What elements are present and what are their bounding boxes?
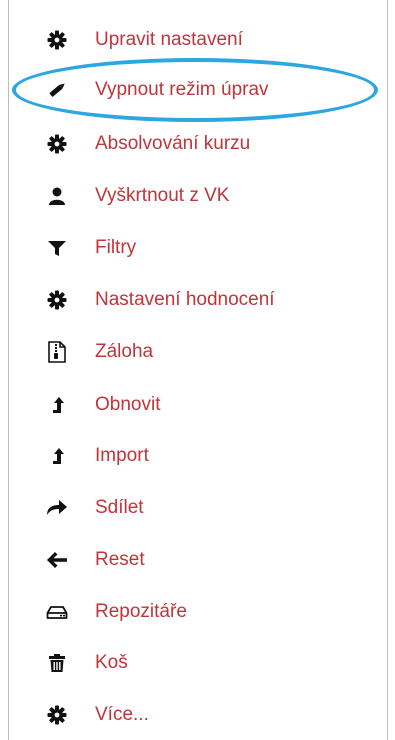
menu-item-obnovit[interactable]: Obnovit xyxy=(9,385,387,425)
menu-item-label: Repozitáře xyxy=(95,601,187,622)
menu-item-vypnout-rezim-uprav[interactable]: Vypnout režim úprav xyxy=(9,70,387,110)
menu-item-vyskrtnout-z-vk[interactable]: Vyškrtnout z VK xyxy=(9,176,387,216)
menu-item-label: Import xyxy=(95,445,149,466)
menu-item-label: Upravit nastavení xyxy=(95,29,243,50)
course-admin-menu: Upravit nastavení Vypnout režim úprav Ab… xyxy=(8,0,388,740)
menu-item-label: Reset xyxy=(95,549,145,570)
menu-item-filtry[interactable]: Filtry xyxy=(9,228,387,268)
menu-item-reset[interactable]: Reset xyxy=(9,540,387,580)
pencil-icon xyxy=(45,78,69,102)
menu-item-zaloha[interactable]: Záloha xyxy=(9,332,387,372)
menu-item-label: Vypnout režim úprav xyxy=(95,79,269,100)
share-arrow-icon xyxy=(45,496,69,520)
gear-icon xyxy=(45,288,69,312)
menu-item-label: Vyškrtnout z VK xyxy=(95,185,230,206)
menu-item-kos[interactable]: Koš xyxy=(9,643,387,683)
menu-item-label: Více... xyxy=(95,704,149,725)
user-icon xyxy=(45,184,69,208)
menu-item-label: Nastavení hodnocení xyxy=(95,289,275,310)
gear-icon xyxy=(45,28,69,52)
menu-item-absolvovani-kurzu[interactable]: Absolvování kurzu xyxy=(9,124,387,164)
drive-icon xyxy=(45,600,69,624)
menu-item-label: Záloha xyxy=(95,341,154,362)
menu-item-nastaveni-hodnoceni[interactable]: Nastavení hodnocení xyxy=(9,280,387,320)
menu-item-repozitare[interactable]: Repozitáře xyxy=(9,592,387,632)
filter-icon xyxy=(45,236,69,260)
menu-item-label: Obnovit xyxy=(95,394,161,415)
trash-icon xyxy=(45,651,69,675)
menu-item-label: Filtry xyxy=(95,237,137,258)
upload-arrow-icon xyxy=(45,393,69,417)
gear-icon xyxy=(45,132,69,156)
archive-file-icon xyxy=(45,340,69,364)
menu-item-label: Absolvování kurzu xyxy=(95,133,251,154)
menu-item-import[interactable]: Import xyxy=(9,436,387,476)
menu-item-vice[interactable]: Více... xyxy=(9,695,387,735)
arrow-left-icon xyxy=(45,548,69,572)
menu-item-label: Koš xyxy=(95,652,128,673)
menu-item-upravit-nastaveni[interactable]: Upravit nastavení xyxy=(9,20,387,60)
upload-arrow-icon xyxy=(45,444,69,468)
menu-item-sdilet[interactable]: Sdílet xyxy=(9,488,387,528)
menu-item-label: Sdílet xyxy=(95,497,144,518)
gear-icon xyxy=(45,703,69,727)
